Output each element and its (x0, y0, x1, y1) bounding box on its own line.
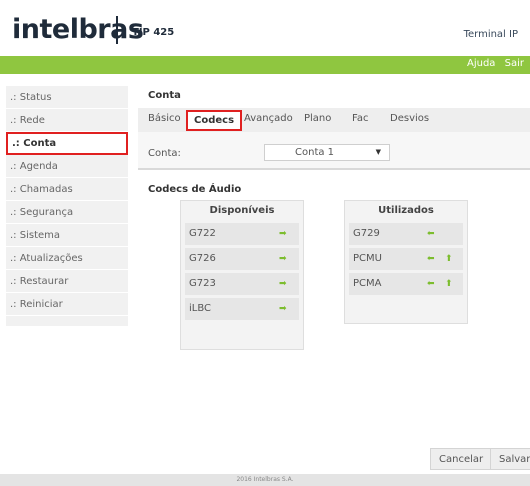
account-select[interactable]: Conta 1 ▼ (264, 144, 390, 161)
page-title: Conta (148, 90, 181, 101)
sidebar-item-rede[interactable]: .: Rede (6, 109, 128, 132)
sidebar-item-seguranca[interactable]: .: Segurança (6, 201, 128, 224)
available-codecs-box: Disponíveis G722 ➡ G726 ➡ G723 ➡ iLBC ➡ (180, 200, 304, 350)
used-codec-item[interactable]: G729 ⬅ (349, 223, 463, 245)
sidebar-bottom-spacer (6, 316, 128, 326)
sidebar-item-agenda[interactable]: .: Agenda (6, 155, 128, 178)
used-codec-item[interactable]: PCMA ⬅ ⬆ (349, 273, 463, 295)
arrow-left-icon[interactable]: ⬅ (427, 248, 435, 270)
tab-bar: Básico Codecs Avançado Plano Fac Desvios (138, 108, 530, 132)
sidebar-item-reiniciar[interactable]: .: Reiniciar (6, 293, 128, 316)
tab-fac[interactable]: Fac (352, 113, 368, 124)
codec-label: G729 (353, 228, 380, 239)
available-codec-item[interactable]: G723 ➡ (185, 273, 299, 295)
tab-basico[interactable]: Básico (148, 113, 181, 124)
help-link[interactable]: Ajuda (467, 58, 495, 69)
device-model: TIP 425 (132, 27, 175, 38)
save-button[interactable]: Salvar (490, 448, 530, 470)
account-row: Conta: Conta 1 ▼ (138, 132, 530, 170)
sidebar: .: Status .: Rede .: Conta .: Agenda .: … (6, 86, 128, 326)
arrow-right-icon[interactable]: ➡ (279, 223, 287, 245)
codec-label: iLBC (189, 303, 212, 314)
arrow-left-icon[interactable]: ⬅ (427, 273, 435, 295)
available-codec-item[interactable]: G726 ➡ (185, 248, 299, 270)
codec-label: PCMU (353, 253, 382, 264)
sidebar-item-chamadas[interactable]: .: Chamadas (6, 178, 128, 201)
available-codecs-header: Disponíveis (209, 205, 275, 216)
arrow-right-icon[interactable]: ➡ (279, 298, 287, 320)
header: intelbras TIP 425 Terminal IP (0, 0, 530, 56)
sidebar-item-restaurar[interactable]: .: Restaurar (6, 270, 128, 293)
codec-label: PCMA (353, 278, 382, 289)
arrow-right-icon[interactable]: ➡ (279, 273, 287, 295)
chevron-down-icon: ▼ (375, 148, 381, 156)
sidebar-item-status[interactable]: .: Status (6, 86, 128, 109)
tab-codecs[interactable]: Codecs (186, 110, 243, 131)
tab-desvios[interactable]: Desvios (390, 113, 429, 124)
account-select-value: Conta 1 (295, 147, 335, 158)
account-label: Conta: (148, 148, 181, 159)
top-links: Ajuda Sair (461, 58, 524, 69)
arrow-up-icon[interactable]: ⬆ (445, 273, 453, 295)
intelbras-logo: intelbras (12, 14, 144, 45)
codec-label: G722 (189, 228, 216, 239)
top-bar: Ajuda Sair (0, 56, 530, 74)
codec-label: G726 (189, 253, 216, 264)
used-codec-item[interactable]: PCMU ⬅ ⬆ (349, 248, 463, 270)
arrow-left-icon[interactable]: ⬅ (427, 223, 435, 245)
used-codecs-box: Utilizados G729 ⬅ PCMU ⬅ ⬆ PCMA ⬅ ⬆ (344, 200, 468, 324)
sidebar-item-sistema[interactable]: .: Sistema (6, 224, 128, 247)
app-title: Terminal IP (463, 29, 518, 40)
codec-label: G723 (189, 278, 216, 289)
used-codecs-header: Utilizados (378, 205, 434, 216)
sidebar-item-conta[interactable]: .: Conta (6, 132, 128, 155)
available-codec-item[interactable]: iLBC ➡ (185, 298, 299, 320)
arrow-up-icon[interactable]: ⬆ (445, 248, 453, 270)
tab-avancado[interactable]: Avançado (244, 113, 293, 124)
footer: 2016 Intelbras S.A. (0, 474, 530, 486)
available-codec-item[interactable]: G722 ➡ (185, 223, 299, 245)
arrow-right-icon[interactable]: ➡ (279, 248, 287, 270)
logo-divider (116, 16, 118, 44)
sidebar-item-atualizacoes[interactable]: .: Atualizações (6, 247, 128, 270)
logout-link[interactable]: Sair (505, 58, 524, 69)
cancel-button[interactable]: Cancelar (430, 448, 493, 470)
main-panel: Conta Básico Codecs Avançado Plano Fac D… (138, 86, 530, 472)
tab-plano[interactable]: Plano (304, 113, 331, 124)
audio-codecs-title: Codecs de Áudio (148, 184, 242, 195)
